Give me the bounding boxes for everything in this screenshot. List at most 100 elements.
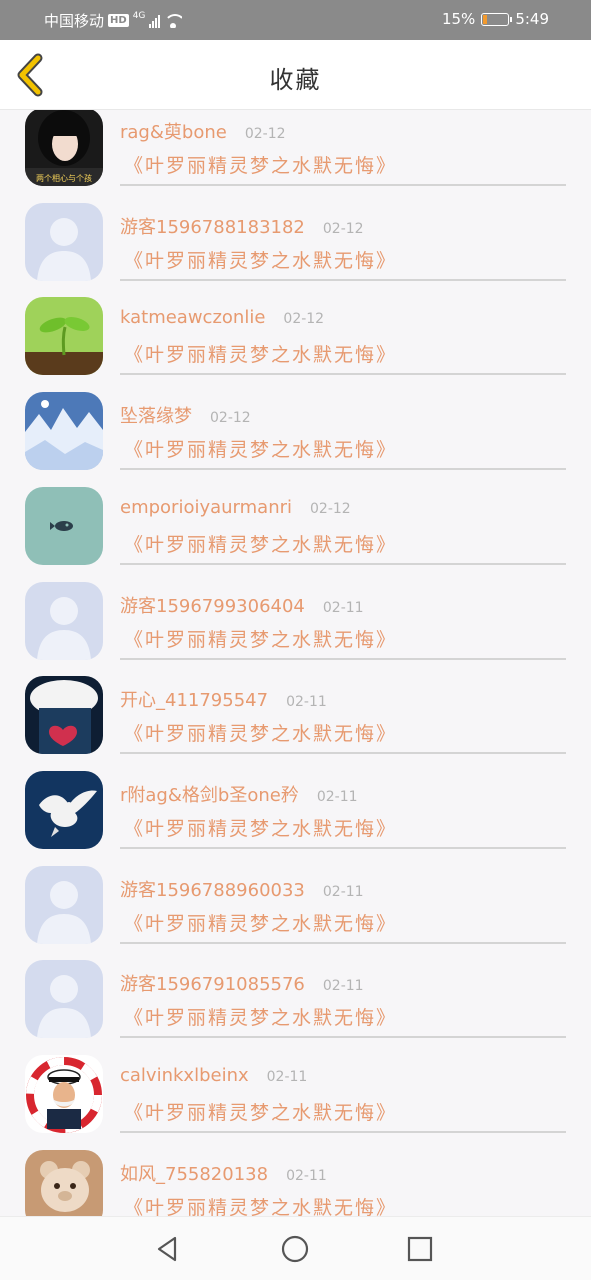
avatar-caption: 两个相心与个孩 <box>36 174 92 183</box>
item-date: 02-11 <box>316 788 358 805</box>
book-title[interactable]: 《叶罗丽精灵梦之水默无悔》 <box>124 151 397 178</box>
user-name[interactable]: rag&萸bone <box>120 118 227 144</box>
book-title[interactable]: 《叶罗丽精灵梦之水默无悔》 <box>124 246 397 273</box>
item-date: 02-12 <box>210 410 251 427</box>
carrier-label: 中国移动 <box>44 12 105 30</box>
user-name[interactable]: 游客1596788183182 <box>120 213 305 239</box>
item-date: 02-11 <box>322 883 364 900</box>
avatar[interactable] <box>25 1055 103 1133</box>
list-item[interactable]: 游客1596791085576 02-11 《叶罗丽精灵梦之水默无悔》 <box>0 950 591 1045</box>
hd-badge: HD <box>108 14 129 27</box>
avatar[interactable] <box>25 486 103 565</box>
avatar[interactable] <box>25 865 103 944</box>
list-item[interactable]: 两个相心与个孩 rag&萸bone 02-12 《叶罗丽精灵梦之水默无悔》 <box>0 110 591 193</box>
user-name[interactable]: 游客1596799306404 <box>120 592 305 618</box>
user-name[interactable]: calvinkxlbeinx <box>120 1065 249 1086</box>
system-nav-bar <box>0 1216 591 1280</box>
item-date: 02-11 <box>266 1069 308 1085</box>
book-title[interactable]: 《叶罗丽精灵梦之水默无悔》 <box>124 340 397 367</box>
user-name[interactable]: 坠落缘梦 <box>120 402 192 428</box>
divider <box>120 562 566 565</box>
avatar[interactable] <box>25 202 103 281</box>
status-left: 中国移动 HD 4G <box>44 10 183 31</box>
item-meta: 如风_755820138 02-11 <box>120 1160 327 1185</box>
item-date: 02-12 <box>244 126 286 142</box>
item-meta: 游客1596799306404 02-11 <box>120 592 364 617</box>
list-item[interactable]: 游客1596799306404 02-11 《叶罗丽精灵梦之水默无悔》 <box>0 572 591 667</box>
item-meta: r附ag&格剑b圣one矜 02-11 <box>120 781 358 806</box>
divider <box>120 657 566 660</box>
divider <box>120 1036 566 1039</box>
user-name[interactable]: katmeawczonlie <box>120 307 265 328</box>
network-label: 4G <box>132 10 146 21</box>
status-bar: 中国移动 HD 4G 15% 5:49 <box>0 0 591 40</box>
user-name[interactable]: 游客1596791085576 <box>120 970 305 996</box>
divider <box>120 941 566 944</box>
list-item[interactable]: 坠落缘梦 02-12 《叶罗丽精灵梦之水默无悔》 <box>0 382 591 477</box>
item-date: 02-11 <box>322 599 364 616</box>
clock: 5:49 <box>515 10 549 28</box>
item-date: 02-11 <box>286 694 327 711</box>
list-item[interactable]: emporioiyaurmanri 02-12 《叶罗丽精灵梦之水默无悔》 <box>0 477 591 572</box>
avatar[interactable]: 两个相心与个孩 <box>25 110 103 186</box>
user-name[interactable]: 开心_411795547 <box>120 686 268 712</box>
divider <box>120 373 566 376</box>
book-title[interactable]: 《叶罗丽精灵梦之水默无悔》 <box>124 1003 397 1030</box>
item-meta: 坠落缘梦 02-12 <box>120 402 251 427</box>
avatar[interactable] <box>25 392 103 471</box>
item-meta: 游客1596791085576 02-11 <box>120 970 364 995</box>
nav-recents-button[interactable] <box>404 1233 436 1265</box>
list-item[interactable]: 如风_755820138 02-11 《叶罗丽精灵梦之水默无悔》 <box>0 1140 591 1216</box>
user-name[interactable]: 如风_755820138 <box>120 1160 268 1186</box>
book-title[interactable]: 《叶罗丽精灵梦之水默无悔》 <box>124 625 397 652</box>
battery-percent: 15% <box>441 10 476 28</box>
divider <box>120 846 566 849</box>
user-name[interactable]: 游客1596788960033 <box>120 876 305 902</box>
user-name[interactable]: emporioiyaurmanri <box>120 497 292 518</box>
book-title[interactable]: 《叶罗丽精灵梦之水默无悔》 <box>124 814 397 841</box>
list-item[interactable]: katmeawczonlie 02-12 《叶罗丽精灵梦之水默无悔》 <box>0 287 591 382</box>
book-title[interactable]: 《叶罗丽精灵梦之水默无悔》 <box>124 435 397 462</box>
avatar[interactable] <box>25 1149 103 1216</box>
divider <box>120 184 566 186</box>
book-title[interactable]: 《叶罗丽精灵梦之水默无悔》 <box>124 1193 397 1216</box>
title-bar: 收藏 <box>0 40 591 110</box>
item-date: 02-12 <box>310 500 351 517</box>
item-date: 02-11 <box>322 978 364 995</box>
divider <box>120 468 566 471</box>
avatar[interactable] <box>25 960 103 1039</box>
book-title[interactable]: 《叶罗丽精灵梦之水默无悔》 <box>124 530 397 557</box>
item-meta: emporioiyaurmanri 02-12 <box>120 497 351 518</box>
divider <box>120 752 566 755</box>
list-item[interactable]: 开心_411795547 02-11 《叶罗丽精灵梦之水默无悔》 <box>0 666 591 761</box>
item-date: 02-12 <box>322 220 364 237</box>
list-item[interactable]: r附ag&格剑b圣one矜 02-11 《叶罗丽精灵梦之水默无悔》 <box>0 761 591 856</box>
list-item[interactable]: calvinkxlbeinx 02-11 《叶罗丽精灵梦之水默无悔》 <box>0 1045 591 1140</box>
avatar[interactable] <box>25 581 103 660</box>
circle-home-icon <box>281 1235 309 1263</box>
item-meta: 开心_411795547 02-11 <box>120 686 327 711</box>
status-right: 15% 5:49 <box>442 10 549 28</box>
item-meta: 游客1596788183182 02-12 <box>120 213 364 238</box>
list-item[interactable]: 游客1596788183182 02-12 《叶罗丽精灵梦之水默无悔》 <box>0 193 591 288</box>
nav-home-button[interactable] <box>279 1233 311 1265</box>
book-title[interactable]: 《叶罗丽精灵梦之水默无悔》 <box>124 909 397 936</box>
avatar[interactable] <box>25 297 103 376</box>
avatar[interactable] <box>25 770 103 849</box>
list-item[interactable]: 游客1596788960033 02-11 《叶罗丽精灵梦之水默无悔》 <box>0 856 591 951</box>
battery-fill <box>483 14 488 24</box>
book-title[interactable]: 《叶罗丽精灵梦之水默无悔》 <box>124 719 397 746</box>
divider <box>120 1131 566 1133</box>
item-date: 02-11 <box>286 1167 327 1184</box>
item-date: 02-12 <box>283 311 325 328</box>
avatar[interactable] <box>25 676 103 755</box>
page-title: 收藏 <box>269 66 322 94</box>
item-meta: 游客1596788960033 02-11 <box>120 876 364 901</box>
battery-icon <box>481 12 513 26</box>
favorites-list[interactable]: 两个相心与个孩 rag&萸bone 02-12 《叶罗丽精灵梦之水默无悔》 游客1596… <box>0 110 591 1216</box>
book-title[interactable]: 《叶罗丽精灵梦之水默无悔》 <box>124 1098 397 1125</box>
signal-icon <box>149 14 161 28</box>
square-recents-icon <box>407 1236 433 1262</box>
user-name[interactable]: r附ag&格剑b圣one矜 <box>120 781 299 807</box>
nav-back-button[interactable] <box>152 1233 184 1265</box>
